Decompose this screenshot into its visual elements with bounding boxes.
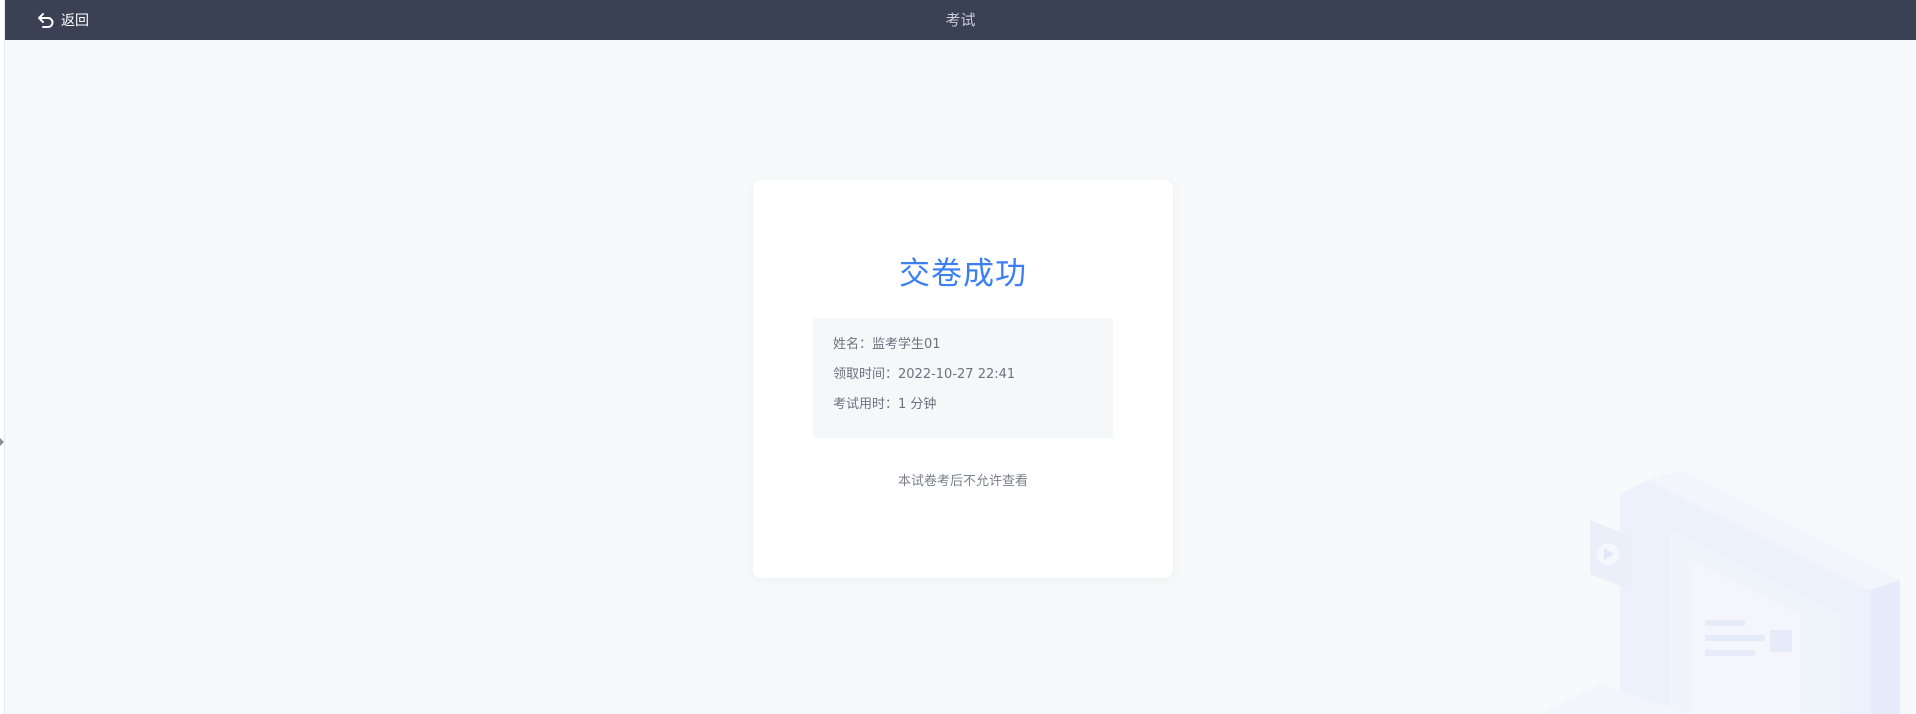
info-row-receive-time: 领取时间：2022-10-27 22:41 [833, 366, 1113, 396]
info-label: 领取时间： [833, 367, 899, 382]
info-value: 2022-10-27 22:41 [898, 367, 1016, 382]
exam-info-box: 姓名：监考学生01 领取时间：2022-10-27 22:41 考试用时：1 分… [813, 318, 1113, 438]
top-header: 返回 考试 [5, 0, 1916, 40]
info-label: 考试用时： [833, 397, 899, 412]
info-value: 监考学生01 [872, 337, 941, 352]
undo-arrow-icon [37, 12, 55, 28]
result-card: 交卷成功 姓名：监考学生01 领取时间：2022-10-27 22:41 考试用… [753, 180, 1173, 578]
info-row-name: 姓名：监考学生01 [833, 336, 1113, 366]
success-title: 交卷成功 [899, 256, 1027, 292]
caret-right-icon[interactable] [0, 438, 4, 446]
background-illustration [1540, 470, 1900, 714]
info-label: 姓名： [833, 337, 873, 352]
page-title: 考试 [945, 11, 976, 29]
info-row-duration: 考试用时：1 分钟 [833, 396, 1113, 426]
view-restriction-note: 本试卷考后不允许查看 [897, 474, 1028, 489]
info-value: 1 分钟 [898, 397, 937, 412]
sidebar-edge [0, 0, 5, 714]
back-label: 返回 [61, 13, 89, 29]
exam-result-page: 返回 考试 交卷成功 姓名：监考学生01 领取时间：2022-10-27 22:… [0, 0, 1916, 714]
back-button[interactable]: 返回 [37, 0, 89, 40]
